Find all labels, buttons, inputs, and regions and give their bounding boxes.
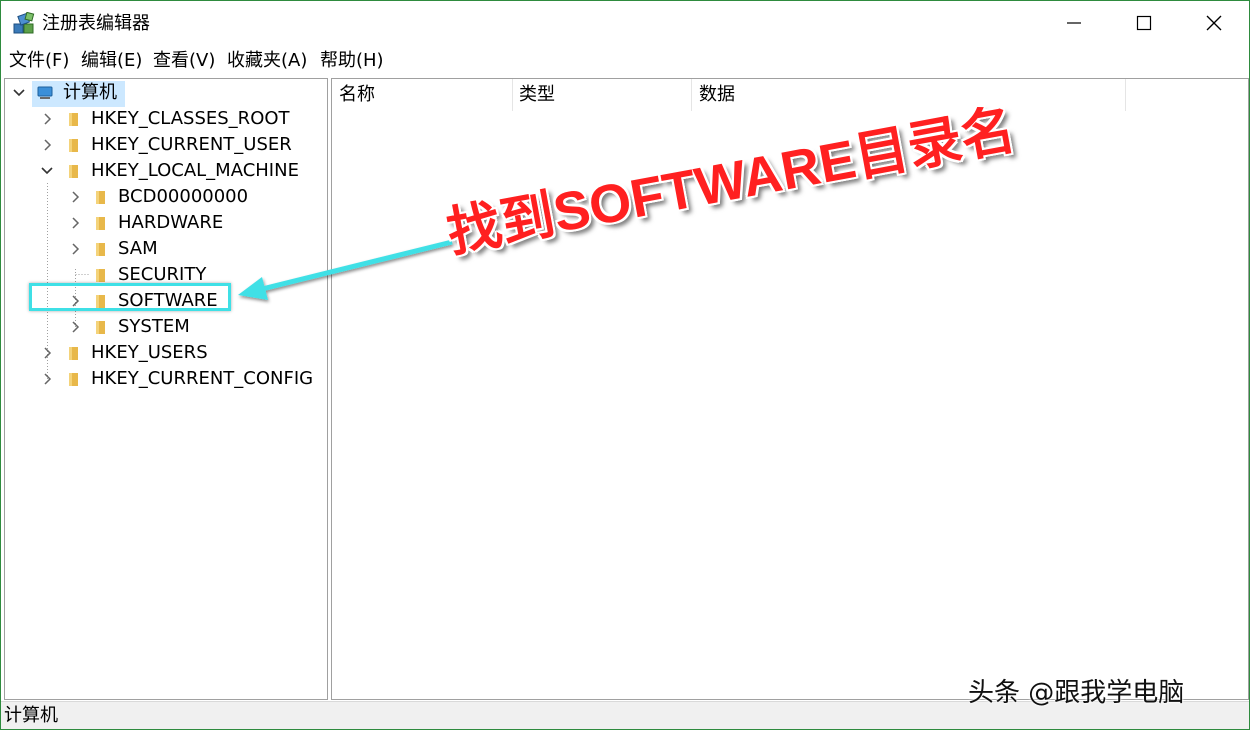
menu-favorites[interactable]: 收藏夹(A) <box>227 49 307 73</box>
tree-node-label: HKEY_USERS <box>91 342 208 363</box>
status-path: 计算机 <box>4 705 58 726</box>
column-header-type[interactable]: 类型 <box>512 79 692 111</box>
column-header-label: 名称 <box>339 84 375 105</box>
tree-node-label: HARDWARE <box>118 212 224 233</box>
chevron-right-icon[interactable] <box>39 137 55 153</box>
minimize-icon <box>1067 22 1081 24</box>
menu-help[interactable]: 帮助(H) <box>320 49 384 73</box>
menu-edit[interactable]: 编辑(E) <box>81 49 142 73</box>
folder-icon <box>96 217 105 230</box>
column-header-label: 数据 <box>699 84 735 105</box>
chevron-right-icon[interactable] <box>39 345 55 361</box>
folder-icon <box>69 139 78 152</box>
software-highlight-box <box>29 283 231 311</box>
title-bar[interactable]: 注册表编辑器 <box>1 1 1249 45</box>
column-header-name[interactable]: 名称 <box>332 79 513 111</box>
chevron-right-icon[interactable] <box>39 371 55 387</box>
tree-node-hardware[interactable]: HARDWARE <box>5 211 325 235</box>
tree-node-hkey-users[interactable]: HKEY_USERS <box>5 341 325 365</box>
close-icon <box>1206 15 1222 31</box>
folder-icon <box>69 373 78 386</box>
folder-icon <box>96 321 105 334</box>
chevron-right-icon[interactable] <box>67 319 83 335</box>
folder-icon <box>96 243 105 256</box>
tree-node-sam[interactable]: SAM <box>5 237 325 261</box>
folder-icon <box>96 191 105 204</box>
tree-node-hkey-current-config[interactable]: HKEY_CURRENT_CONFIG <box>5 367 325 391</box>
window-title: 注册表编辑器 <box>42 13 150 34</box>
chevron-right-icon[interactable] <box>67 189 83 205</box>
close-button[interactable] <box>1179 1 1249 45</box>
menu-bar: 文件(F) 编辑(E) 查看(V) 收藏夹(A) 帮助(H) <box>1 47 1249 75</box>
tree-node-hkey-local-machine[interactable]: HKEY_LOCAL_MACHINE <box>5 159 325 183</box>
registry-editor-window: 注册表编辑器 文件(F) 编辑(E) 查看(V) 收藏夹(A) 帮助(H) 计算… <box>0 0 1250 730</box>
tree-node-hkey-classes-root[interactable]: HKEY_CLASSES_ROOT <box>5 107 325 131</box>
chevron-down-icon[interactable] <box>11 85 27 101</box>
menu-file[interactable]: 文件(F) <box>9 49 69 73</box>
tree-node-hkey-current-user[interactable]: HKEY_CURRENT_USER <box>5 133 325 157</box>
menu-view[interactable]: 查看(V) <box>153 49 215 73</box>
tree-node-label: SYSTEM <box>118 316 190 337</box>
tree-node-label: HKEY_CURRENT_USER <box>91 134 292 155</box>
tree-node-system[interactable]: SYSTEM <box>5 315 325 339</box>
column-header-label: 类型 <box>519 84 555 105</box>
computer-icon <box>37 86 53 99</box>
registry-tree[interactable]: 计算机 HKEY_CLASSES_ROOT HKEY_CURRENT_USER … <box>4 78 328 700</box>
tree-node-label: SAM <box>118 238 158 259</box>
tree-node-label: HKEY_CLASSES_ROOT <box>91 108 290 129</box>
tree-node-label: HKEY_LOCAL_MACHINE <box>91 160 299 181</box>
minimize-button[interactable] <box>1039 1 1109 45</box>
tree-node-computer[interactable]: 计算机 <box>5 81 325 105</box>
folder-icon <box>69 113 78 126</box>
chevron-right-icon[interactable] <box>67 215 83 231</box>
tree-node-label: HKEY_CURRENT_CONFIG <box>91 368 314 389</box>
tree-node-bcd00000000[interactable]: BCD00000000 <box>5 185 325 209</box>
tree-node-label: BCD00000000 <box>118 186 249 207</box>
chevron-down-icon[interactable] <box>39 163 55 179</box>
maximize-button[interactable] <box>1109 1 1179 45</box>
folder-icon <box>96 269 105 282</box>
registry-editor-icon <box>13 12 35 34</box>
folder-icon <box>69 165 78 178</box>
watermark: 头条 @跟我学电脑 <box>968 678 1185 708</box>
folder-icon <box>69 347 78 360</box>
tree-node-label: 计算机 <box>63 82 117 103</box>
chevron-right-icon[interactable] <box>67 241 83 257</box>
column-header-data[interactable]: 数据 <box>692 79 1126 111</box>
chevron-right-icon[interactable] <box>39 111 55 127</box>
maximize-icon <box>1136 15 1152 31</box>
